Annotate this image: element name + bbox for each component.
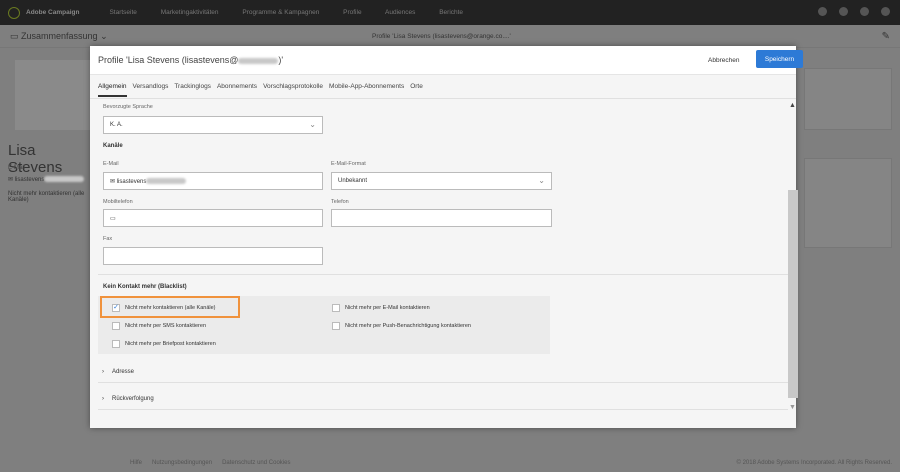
nav-profiles[interactable]: Profile — [343, 9, 361, 16]
email-format-value: Unbekannt — [338, 178, 368, 184]
tab-general[interactable]: Allgemein — [98, 83, 127, 97]
checkbox-email[interactable]: Nicht mehr per E-Mail kontaktieren — [332, 304, 430, 312]
mobile-input[interactable]: ▭ — [103, 209, 323, 227]
tab-bar: Allgemein Versandlogs Trackinglogs Abonn… — [98, 83, 423, 97]
email-input[interactable]: ✉ lisastevens — [103, 172, 323, 190]
nav-home[interactable]: Startseite — [109, 9, 136, 16]
tab-locations[interactable]: Orte — [410, 83, 423, 97]
nav-reports[interactable]: Berichte — [439, 9, 463, 16]
checkbox-label: Nicht mehr per Briefpost kontaktieren — [125, 341, 216, 347]
channels-heading: Kanäle — [103, 143, 123, 149]
summary-card — [804, 158, 892, 248]
phone-input[interactable] — [331, 209, 552, 227]
envelope-icon: ✉ — [110, 179, 117, 185]
blurred-domain — [146, 178, 187, 185]
scroll-up-arrow-icon[interactable]: ▲ — [789, 102, 796, 109]
fax-label: Fax — [103, 236, 113, 242]
copyright: © 2018 Adobe Systems Incorporated. All R… — [736, 460, 892, 466]
summary-label: Zusammenfassung — [21, 31, 98, 41]
profile-avatar — [15, 60, 90, 130]
language-select[interactable]: K. A. ⌄ — [103, 116, 323, 134]
chevron-down-icon: ⌄ — [309, 120, 316, 129]
chevron-down-icon: ⌄ — [538, 176, 545, 185]
nav-audiences[interactable]: Audiences — [385, 9, 415, 16]
scrollbar[interactable]: ▲ ▼ — [788, 100, 798, 420]
checkbox-sms[interactable]: Nicht mehr per SMS kontaktieren — [112, 322, 206, 330]
checkbox-all-channels[interactable]: ✓ Nicht mehr kontaktieren (alle Kanäle) — [112, 304, 216, 312]
checkbox-label: Nicht mehr kontaktieren (alle Kanäle) — [125, 305, 216, 311]
email-text: lisastevens — [14, 177, 45, 183]
email-label: E-Mail — [103, 161, 119, 167]
bell-icon[interactable] — [860, 7, 869, 16]
panel-icon: ▭ — [10, 31, 22, 41]
edit-profile-dialog: Profile 'Lisa Stevens (lisastevens@ )' Ab… — [90, 46, 803, 428]
scroll-down-arrow-icon[interactable]: ▼ — [789, 404, 796, 411]
sms-icon: ▭ — [110, 216, 116, 222]
language-value: K. A. — [110, 122, 123, 128]
cancel-button[interactable]: Abbrechen — [702, 53, 745, 68]
phone-label: Telefon — [331, 199, 349, 205]
footer-terms-link[interactable]: Nutzungsbedingungen — [152, 460, 212, 466]
section-label: Rückverfolgung — [112, 395, 154, 402]
help-icon[interactable] — [818, 7, 827, 16]
checkbox-label: Nicht mehr per E-Mail kontaktieren — [345, 305, 430, 311]
chevron-right-icon: › — [102, 395, 104, 402]
section-label: Adresse — [112, 368, 135, 375]
blacklist-status: Nicht mehr kontaktieren (alle Kanäle) — [8, 191, 85, 203]
checkmark-icon: ✓ — [112, 304, 120, 312]
checkbox-box — [112, 322, 120, 330]
divider — [98, 274, 788, 275]
footer: Hilfe Nutzungsbedingungen Datenschutz un… — [130, 460, 892, 466]
tab-delivery-logs[interactable]: Versandlogs — [133, 83, 169, 97]
dialog-content: Bevorzugte Sprache K. A. ⌄ Kanäle E-Mail … — [98, 100, 788, 420]
title-text: Profile 'Lisa Stevens (lisastevens@ — [98, 55, 239, 65]
email-format-select[interactable]: Unbekannt ⌄ — [331, 172, 552, 190]
divider — [90, 98, 796, 99]
email-label: E-Mail — [8, 165, 26, 171]
checkbox-postal[interactable]: Nicht mehr per Briefpost kontaktieren — [112, 340, 216, 348]
nav-programs-campaigns[interactable]: Programme & Kampagnen — [242, 9, 319, 16]
scrollbar-thumb[interactable] — [788, 190, 798, 398]
summary-card — [804, 68, 892, 130]
section-address[interactable]: › Adresse — [98, 361, 788, 383]
edit-pencil-icon[interactable]: ✎ — [882, 31, 890, 42]
blacklist-heading: Kein Kontakt mehr (Blacklist) — [103, 284, 187, 290]
top-nav-bar: Adobe Campaign Startseite Marketingaktiv… — [0, 0, 900, 25]
tab-tracking-logs[interactable]: Trackinglogs — [174, 83, 211, 97]
tab-subscriptions[interactable]: Abonnements — [217, 83, 257, 97]
checkbox-label: Nicht mehr per Push-Benachrichtigung kon… — [345, 323, 471, 329]
nav-marketing-activities[interactable]: Marketingaktivitäten — [161, 9, 219, 16]
section-tracking[interactable]: › Rückverfolgung — [98, 388, 788, 410]
tab-mobile-app-subscriptions[interactable]: Mobile-App-Abonnements — [329, 83, 404, 97]
dialog-title: Profile 'Lisa Stevens (lisastevens@ )' — [98, 55, 283, 65]
fax-input[interactable] — [103, 247, 323, 265]
summary-dropdown[interactable]: ▭ Zusammenfassung ⌄ — [10, 31, 108, 42]
blurred-domain — [44, 176, 85, 183]
checkbox-box — [332, 304, 340, 312]
mobile-label: Mobiltelefon — [103, 199, 133, 205]
footer-help-link[interactable]: Hilfe — [130, 460, 142, 466]
checkbox-box — [112, 340, 120, 348]
email-value: lisastevens — [116, 179, 147, 185]
checkbox-box — [332, 322, 340, 330]
profile-summary-panel: Lisa Stevens E-Mail ✉ lisastevens Nicht … — [0, 48, 90, 472]
blurred-domain — [238, 57, 279, 64]
email-value: ✉ lisastevens — [8, 176, 85, 183]
adobe-campaign-logo-icon — [8, 6, 20, 19]
title-suffix: )' — [278, 55, 284, 65]
sub-header: ▭ Zusammenfassung ⌄ Profile 'Lisa Steven… — [0, 25, 900, 48]
tab-proposition-logs[interactable]: Vorschlagsprotokolle — [263, 83, 323, 97]
user-avatar-icon[interactable] — [881, 7, 890, 16]
chevron-right-icon: › — [102, 368, 104, 375]
brand-name: Adobe Campaign — [26, 9, 80, 16]
save-button[interactable]: Speichern — [756, 50, 803, 68]
footer-privacy-link[interactable]: Datenschutz und Cookies — [222, 460, 290, 466]
language-label: Bevorzugte Sprache — [103, 104, 153, 110]
apps-grid-icon[interactable] — [839, 7, 848, 16]
profile-title-dropdown[interactable]: Profile 'Lisa Stevens (lisastevens@orang… — [372, 33, 511, 40]
email-format-label: E-Mail-Format — [331, 161, 366, 167]
checkbox-label: Nicht mehr per SMS kontaktieren — [125, 323, 207, 329]
checkbox-push[interactable]: Nicht mehr per Push-Benachrichtigung kon… — [332, 322, 471, 330]
